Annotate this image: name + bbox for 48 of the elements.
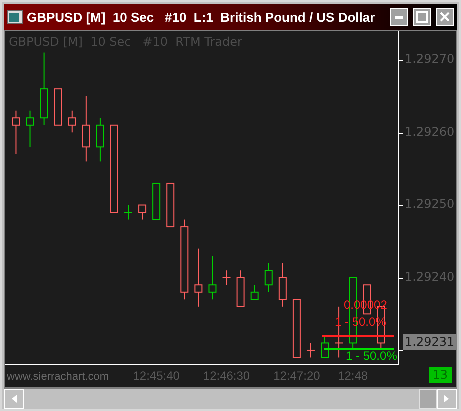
price-label: 1.29270 — [405, 52, 455, 66]
current-price-tag: 1.29231 — [403, 334, 457, 350]
chart-annotation: 1 - 50.0% — [346, 350, 398, 363]
candle — [278, 262, 287, 308]
candle — [26, 110, 34, 148]
price-label: 1.29240 — [405, 270, 455, 284]
candle — [152, 182, 161, 220]
close-button[interactable] — [436, 8, 454, 26]
candle — [82, 96, 90, 162]
scroll-thumb[interactable] — [419, 389, 437, 409]
left-arrow-icon — [11, 395, 17, 403]
stop-line — [324, 348, 394, 350]
price-label: 1.29250 — [405, 197, 455, 212]
candle — [208, 256, 217, 300]
candle — [96, 118, 104, 162]
candle — [194, 248, 203, 308]
candle — [292, 299, 301, 358]
minimize-button[interactable] — [390, 8, 408, 26]
candle — [334, 306, 344, 358]
window-title: GBPUSD [M] 10 Sec #10 L:1 British Pound / US Dollar — [27, 10, 376, 24]
candle — [138, 204, 147, 220]
right-arrow-icon — [444, 395, 450, 403]
candle — [12, 110, 20, 155]
maximize-icon — [416, 11, 428, 23]
candle — [54, 88, 62, 126]
candle — [222, 270, 232, 286]
candle — [236, 270, 245, 308]
time-label: 12:48 — [338, 369, 368, 383]
chart-app-icon — [7, 10, 23, 24]
target-line — [322, 334, 394, 337]
website-label: www.sierrachart.com — [5, 371, 112, 383]
bar-count-badge: 13 — [428, 367, 452, 383]
time-label: 12:47:20 — [274, 369, 320, 383]
candle — [250, 284, 259, 300]
candle — [321, 335, 330, 358]
close-icon — [440, 12, 450, 22]
price-label: 1.29260 — [405, 124, 455, 139]
candle — [306, 342, 316, 358]
minimize-icon — [395, 16, 403, 18]
candle — [124, 204, 134, 220]
candle — [166, 182, 175, 228]
candle — [264, 262, 273, 293]
time-label: 12:45:40 — [133, 369, 180, 383]
candle — [68, 110, 76, 134]
time-label: 12:46:30 — [203, 369, 250, 383]
maximize-button[interactable] — [413, 8, 431, 26]
scroll-left-button[interactable] — [4, 389, 24, 409]
scroll-right-button[interactable] — [437, 389, 457, 409]
